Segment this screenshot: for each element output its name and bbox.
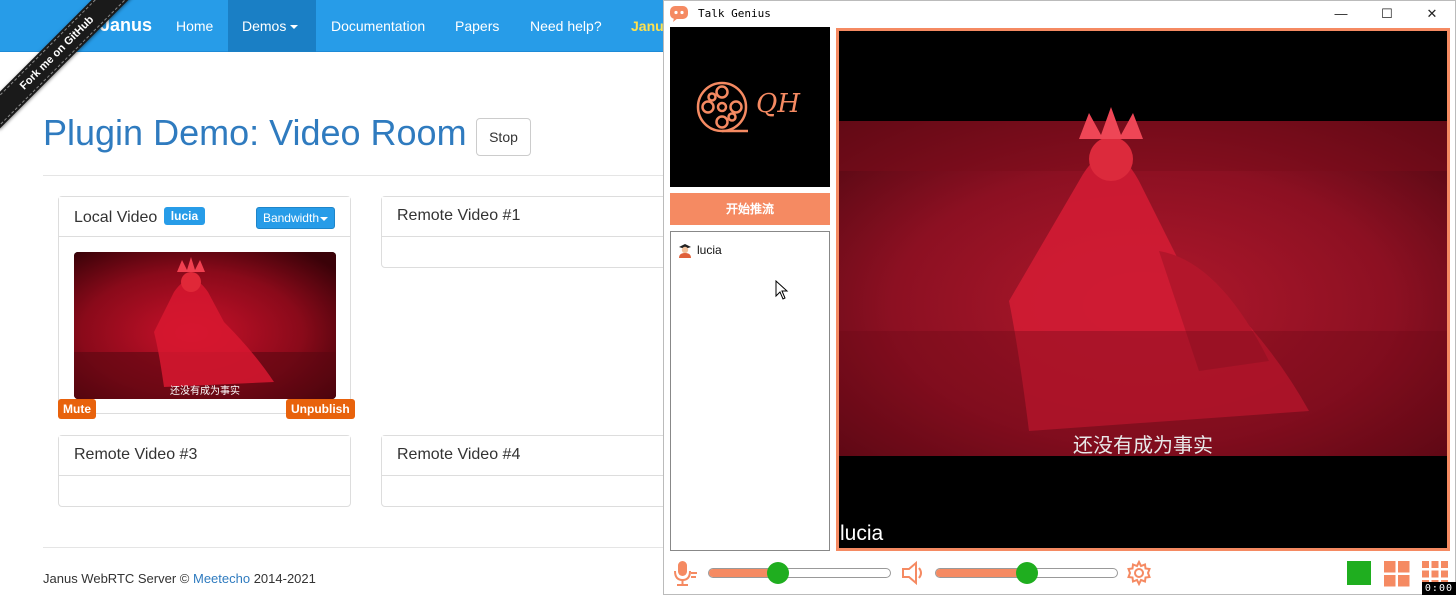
mic-volume-thumb[interactable] (766, 562, 789, 584)
divider (43, 175, 663, 176)
user-list: lucia (670, 231, 830, 551)
main-video-frame (839, 31, 1447, 548)
chevron-down-icon (320, 216, 328, 221)
user-avatar-icon (679, 244, 691, 258)
title-bar[interactable]: Talk Genius — ☐ ✕ (664, 1, 1455, 27)
remote-video-title: Remote Video #3 (59, 436, 350, 476)
chevron-down-icon (290, 25, 299, 30)
stop-button[interactable]: Stop (476, 118, 531, 156)
nav-home[interactable]: Home (162, 0, 227, 52)
main-video[interactable]: 还没有成为事实 lucia (836, 28, 1450, 551)
microphone-icon[interactable] (670, 559, 698, 587)
divider (43, 547, 663, 548)
start-push-button[interactable]: 开始推流 (670, 193, 830, 225)
mic-volume-slider[interactable] (708, 562, 891, 584)
local-video-panel: Local Video lucia Bandwidth 还没有成为事实 (58, 196, 351, 414)
footer-prefix: Janus WebRTC Server © (43, 571, 193, 586)
footer-suffix: 2014-2021 (250, 571, 316, 586)
remote-video-title: Remote Video #1 (382, 197, 680, 237)
speaker-volume-fill (936, 569, 1027, 577)
logo-text: QH (756, 89, 800, 119)
single-view-layout-button[interactable] (1347, 561, 1371, 585)
nav-papers[interactable]: Papers (441, 0, 513, 52)
user-name: lucia (697, 243, 722, 257)
local-video-title: Local Video (74, 209, 158, 226)
local-video-subtitle: 还没有成为事实 (170, 386, 240, 397)
brand-logo: QH (670, 27, 830, 187)
speaker-icon[interactable] (900, 560, 926, 586)
settings-gear-icon[interactable] (1126, 560, 1152, 586)
nav-demos-label: Demos (242, 18, 287, 34)
bandwidth-label: Bandwidth (262, 211, 319, 225)
nav-need-help[interactable]: Need help? (516, 0, 616, 52)
remote-video-title: Remote Video #4 (382, 436, 680, 476)
mute-button[interactable]: Mute (58, 399, 96, 419)
maximize-button[interactable]: ☐ (1364, 1, 1410, 27)
local-video[interactable]: 还没有成为事实 (74, 252, 336, 399)
main-video-user-name: lucia (840, 522, 884, 545)
close-button[interactable]: ✕ (1409, 1, 1455, 27)
remote-video-panel-1: Remote Video #1 (381, 196, 681, 268)
page-title: Plugin Demo: Video Room (43, 112, 467, 153)
speaker-volume-thumb[interactable] (1015, 562, 1038, 584)
footer: Janus WebRTC Server © Meetecho 2014-2021 (43, 571, 316, 586)
list-item[interactable]: lucia (677, 242, 722, 258)
meetecho-link[interactable]: Meetecho (193, 571, 250, 586)
window-title: Talk Genius (698, 7, 771, 20)
main-video-subtitle: 还没有成为事实 (1073, 433, 1213, 457)
film-reel-icon (696, 81, 748, 133)
speaker-volume-slider[interactable] (935, 562, 1118, 584)
grid-2x2-icon[interactable] (1384, 561, 1410, 587)
nav-documentation[interactable]: Documentation (317, 0, 439, 52)
unpublish-button[interactable]: Unpublish (286, 399, 355, 419)
talk-genius-window: Talk Genius — ☐ ✕ QH 开始推流 lucia 还没有成为事实 … (663, 0, 1456, 595)
remote-video-panel-4: Remote Video #4 (381, 435, 681, 507)
user-badge: lucia (163, 207, 206, 225)
remote-video-panel-3: Remote Video #3 (58, 435, 351, 507)
local-video-header: Local Video lucia Bandwidth (59, 197, 350, 237)
minimize-button[interactable]: — (1318, 1, 1364, 27)
control-bar (664, 554, 1455, 594)
bandwidth-dropdown[interactable]: Bandwidth (255, 207, 335, 229)
nav-demos[interactable]: Demos (228, 0, 316, 52)
recording-timer: 0:00 (1421, 582, 1456, 595)
app-chat-icon (670, 6, 688, 22)
local-video-frame (74, 252, 336, 399)
mouse-cursor-icon (775, 280, 789, 300)
